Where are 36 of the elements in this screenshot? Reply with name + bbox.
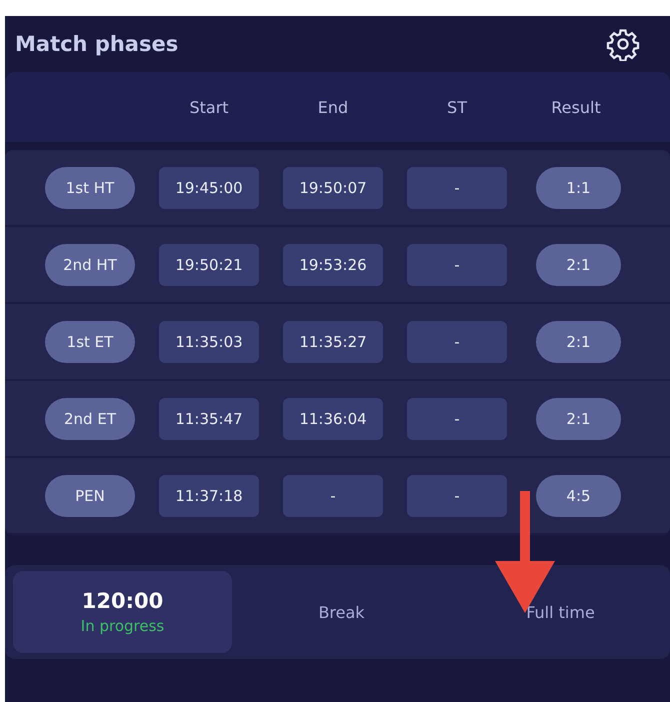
phase-label: 1st ET: [45, 320, 135, 362]
phase-tab[interactable]: Break: [232, 571, 451, 653]
phase-tab[interactable]: Full time: [451, 571, 670, 653]
timer-tab[interactable]: 120:00 In progress: [13, 571, 232, 653]
stoppage-time: -: [407, 320, 507, 362]
end-time: 19:53:26: [283, 244, 383, 286]
stoppage-time: -: [407, 474, 507, 516]
result-score: 2:1: [536, 320, 621, 362]
start-time: 11:35:47: [159, 398, 259, 440]
phase-label: 2nd ET: [45, 398, 135, 440]
status-text: In progress: [80, 617, 164, 635]
stoppage-time: -: [407, 166, 507, 208]
stoppage-time: -: [407, 398, 507, 440]
elapsed-time: 120:00: [82, 589, 164, 613]
section-title: Match phases: [15, 32, 178, 56]
stoppage-time: -: [407, 244, 507, 286]
phase-label: PEN: [45, 474, 135, 516]
end-time: 11:35:27: [283, 320, 383, 362]
start-time: 11:37:18: [159, 474, 259, 516]
column-header: End: [316, 98, 350, 116]
phase-label: 2nd HT: [45, 244, 135, 286]
result-score: 2:1: [536, 398, 621, 440]
end-time: 11:36:04: [283, 398, 383, 440]
result-score: 2:1: [536, 244, 621, 286]
end-time: 19:50:07: [283, 166, 383, 208]
settings-icon[interactable]: [606, 27, 640, 61]
start-time: 11:35:03: [159, 320, 259, 362]
result-score: 4:5: [536, 474, 621, 516]
column-header: Start: [188, 98, 230, 116]
phase-label: 1st HT: [45, 166, 135, 208]
result-score: 1:1: [536, 166, 621, 208]
column-header: Result: [550, 98, 602, 116]
start-time: 19:50:21: [159, 244, 259, 286]
start-time: 19:45:00: [159, 166, 259, 208]
end-time: -: [283, 474, 383, 516]
column-header: ST: [446, 98, 468, 116]
